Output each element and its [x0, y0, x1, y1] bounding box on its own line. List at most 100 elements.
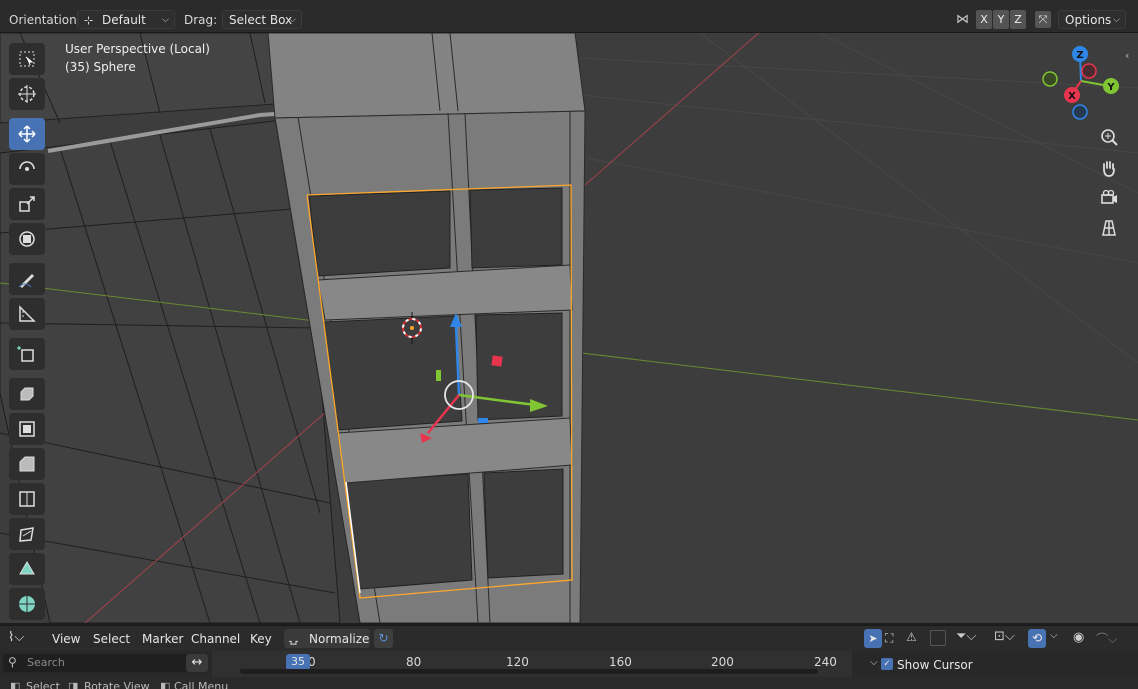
status-mouse-icon: ◧: [160, 680, 171, 689]
warning-icon[interactable]: ⚠: [906, 630, 917, 644]
status-call-menu: Call Menu: [174, 680, 229, 689]
select-box-tool-button[interactable]: [9, 43, 45, 75]
timeline-menu-channel[interactable]: Channel: [191, 632, 240, 646]
search-placeholder: Search: [27, 656, 65, 669]
timeline-menu-marker[interactable]: Marker: [142, 632, 183, 646]
bevel-tool-button[interactable]: [9, 448, 45, 480]
transform-tool-button[interactable]: [9, 223, 45, 255]
viewport-object-label: (35) Sphere: [65, 60, 136, 74]
scale-tool-button[interactable]: [9, 188, 45, 220]
chevron-down-icon: ⌵: [1113, 15, 1120, 25]
zoom-button[interactable]: [1096, 124, 1122, 150]
x-axis-label: X: [1068, 91, 1076, 102]
knife-tool-button[interactable]: [9, 518, 45, 550]
refresh-icon[interactable]: ↻: [374, 629, 393, 648]
timeline-scrollbar[interactable]: [240, 669, 818, 674]
show-cursor-checkbox[interactable]: ✓: [881, 658, 893, 670]
cursor-icon: [18, 85, 36, 103]
3d-viewport[interactable]: User Perspective (Local) (35) Sphere Z Y…: [0, 33, 1138, 623]
checkbox-icon[interactable]: [930, 630, 946, 646]
search-icon: ⚲: [8, 655, 17, 669]
options-dropdown[interactable]: Options ⌵: [1058, 10, 1126, 29]
viewport-header: Orientation: ⊹ Default ⌵ Drag: Select Bo…: [0, 8, 1138, 33]
neg-x-axis-icon[interactable]: [1081, 63, 1097, 79]
mirror-y-button[interactable]: Y: [993, 10, 1009, 29]
scene-canvas: [0, 33, 1138, 623]
orientation-label: Orientation:: [9, 13, 81, 27]
status-mouse-icon: ◧: [10, 680, 21, 689]
inset-tool-button[interactable]: [9, 413, 45, 445]
mirror-z-button[interactable]: Z: [1010, 10, 1026, 29]
status-mouse-icon: ◨: [68, 680, 79, 689]
measure-icon: [19, 305, 36, 322]
timeline-menu-view[interactable]: View: [52, 632, 80, 646]
drag-label: Drag:: [184, 13, 218, 27]
falloff-icon[interactable]: ⌒⌵: [1096, 630, 1117, 647]
cursor-tool-button[interactable]: [9, 78, 45, 110]
add-cube-tool-button[interactable]: [9, 338, 45, 370]
viewport-perspective-label: User Perspective (Local): [65, 42, 210, 56]
move-icon: [18, 125, 36, 143]
editor-type-icon[interactable]: ⌇⌵: [8, 630, 24, 645]
orientation-dropdown[interactable]: ⊹ Default ⌵: [77, 10, 175, 29]
measure-tool-button[interactable]: [9, 298, 45, 330]
y-axis-label: Y: [1106, 82, 1115, 93]
top-strip: [0, 0, 1138, 8]
loop-cut-tool-button[interactable]: [9, 483, 45, 515]
neg-z-axis-icon[interactable]: [1072, 104, 1088, 120]
timeline-ruler[interactable]: 0 80 120 160 200 240 35: [212, 651, 852, 677]
add-cube-icon: [17, 346, 34, 362]
inset-icon: [19, 421, 35, 437]
tick-label: 160: [609, 655, 632, 669]
show-cursor-label: Show Cursor: [897, 658, 973, 672]
neg-y-axis-icon[interactable]: [1042, 71, 1058, 87]
proportional-edit-icon[interactable]: ◉: [1073, 630, 1084, 645]
select-box-icon: [19, 51, 35, 67]
status-rotate: Rotate View: [84, 680, 150, 689]
timeline-menu-key[interactable]: Key: [250, 632, 272, 646]
move-tool-button[interactable]: [9, 118, 45, 150]
z-axis-label: Z: [1076, 50, 1083, 61]
transform-icon: [19, 231, 35, 247]
camera-view-button[interactable]: [1096, 185, 1122, 211]
chevron-down-icon[interactable]: ⌵: [1050, 630, 1058, 641]
hand-icon: [1103, 161, 1115, 177]
swap-icon[interactable]: ↔: [186, 654, 208, 672]
navigation-gizmo[interactable]: Z Y X: [1035, 43, 1125, 125]
annotate-icon: [18, 274, 34, 288]
chevron-down-icon: ⌵: [162, 15, 169, 25]
extrude-tool-button[interactable]: [9, 378, 45, 410]
mirror-x-button[interactable]: X: [976, 10, 992, 29]
chevron-down-icon[interactable]: ⌵: [870, 657, 878, 668]
tick-label: 240: [814, 655, 837, 669]
snap-icon[interactable]: ⟲: [1028, 629, 1046, 648]
drag-dropdown[interactable]: Select Box ⌵: [222, 10, 302, 29]
select-only-icon[interactable]: ➤: [864, 629, 882, 648]
perspective-toggle-button[interactable]: [1096, 215, 1122, 241]
select-box-icon[interactable]: ⛶: [885, 631, 893, 646]
pivot-icon[interactable]: ⊡⌵: [994, 629, 1015, 644]
timeline-body: ⚲ Search ↔ 0 80 120 160 200 240 35 ⌵ ✓ S…: [0, 651, 1138, 677]
rotate-tool-button[interactable]: [9, 153, 45, 185]
rotate-icon: [19, 161, 35, 171]
poly-build-tool-button[interactable]: [9, 553, 45, 585]
current-frame-indicator[interactable]: 35: [286, 654, 310, 670]
filter-icon[interactable]: ⏷⌵: [956, 629, 976, 644]
orientation-value: Default: [102, 13, 146, 27]
chevron-down-icon: ⌵: [289, 15, 296, 25]
search-field[interactable]: ⚲ Search: [3, 654, 208, 672]
bevel-icon: [19, 456, 35, 472]
normalize-toggle[interactable]: ⍽ Normalize: [284, 629, 370, 648]
drag-value: Select Box: [229, 13, 293, 27]
annotate-tool-button[interactable]: [9, 263, 45, 295]
tick-label: 200: [711, 655, 734, 669]
spin-tool-button[interactable]: [9, 588, 45, 620]
normalize-icon: ⍽: [289, 631, 299, 645]
timeline-menu-select[interactable]: Select: [93, 632, 130, 646]
pan-button[interactable]: [1096, 155, 1122, 181]
auto-merge-icon[interactable]: ⤧: [1035, 11, 1051, 28]
orientation-icon: ⊹: [84, 14, 94, 27]
mirror-icon[interactable]: ⋈: [956, 12, 969, 27]
sidebar-toggle-icon[interactable]: ‹: [1125, 49, 1129, 62]
timeline-header: ⌇⌵ View Select Marker Channel Key ⍽ Norm…: [0, 625, 1138, 652]
